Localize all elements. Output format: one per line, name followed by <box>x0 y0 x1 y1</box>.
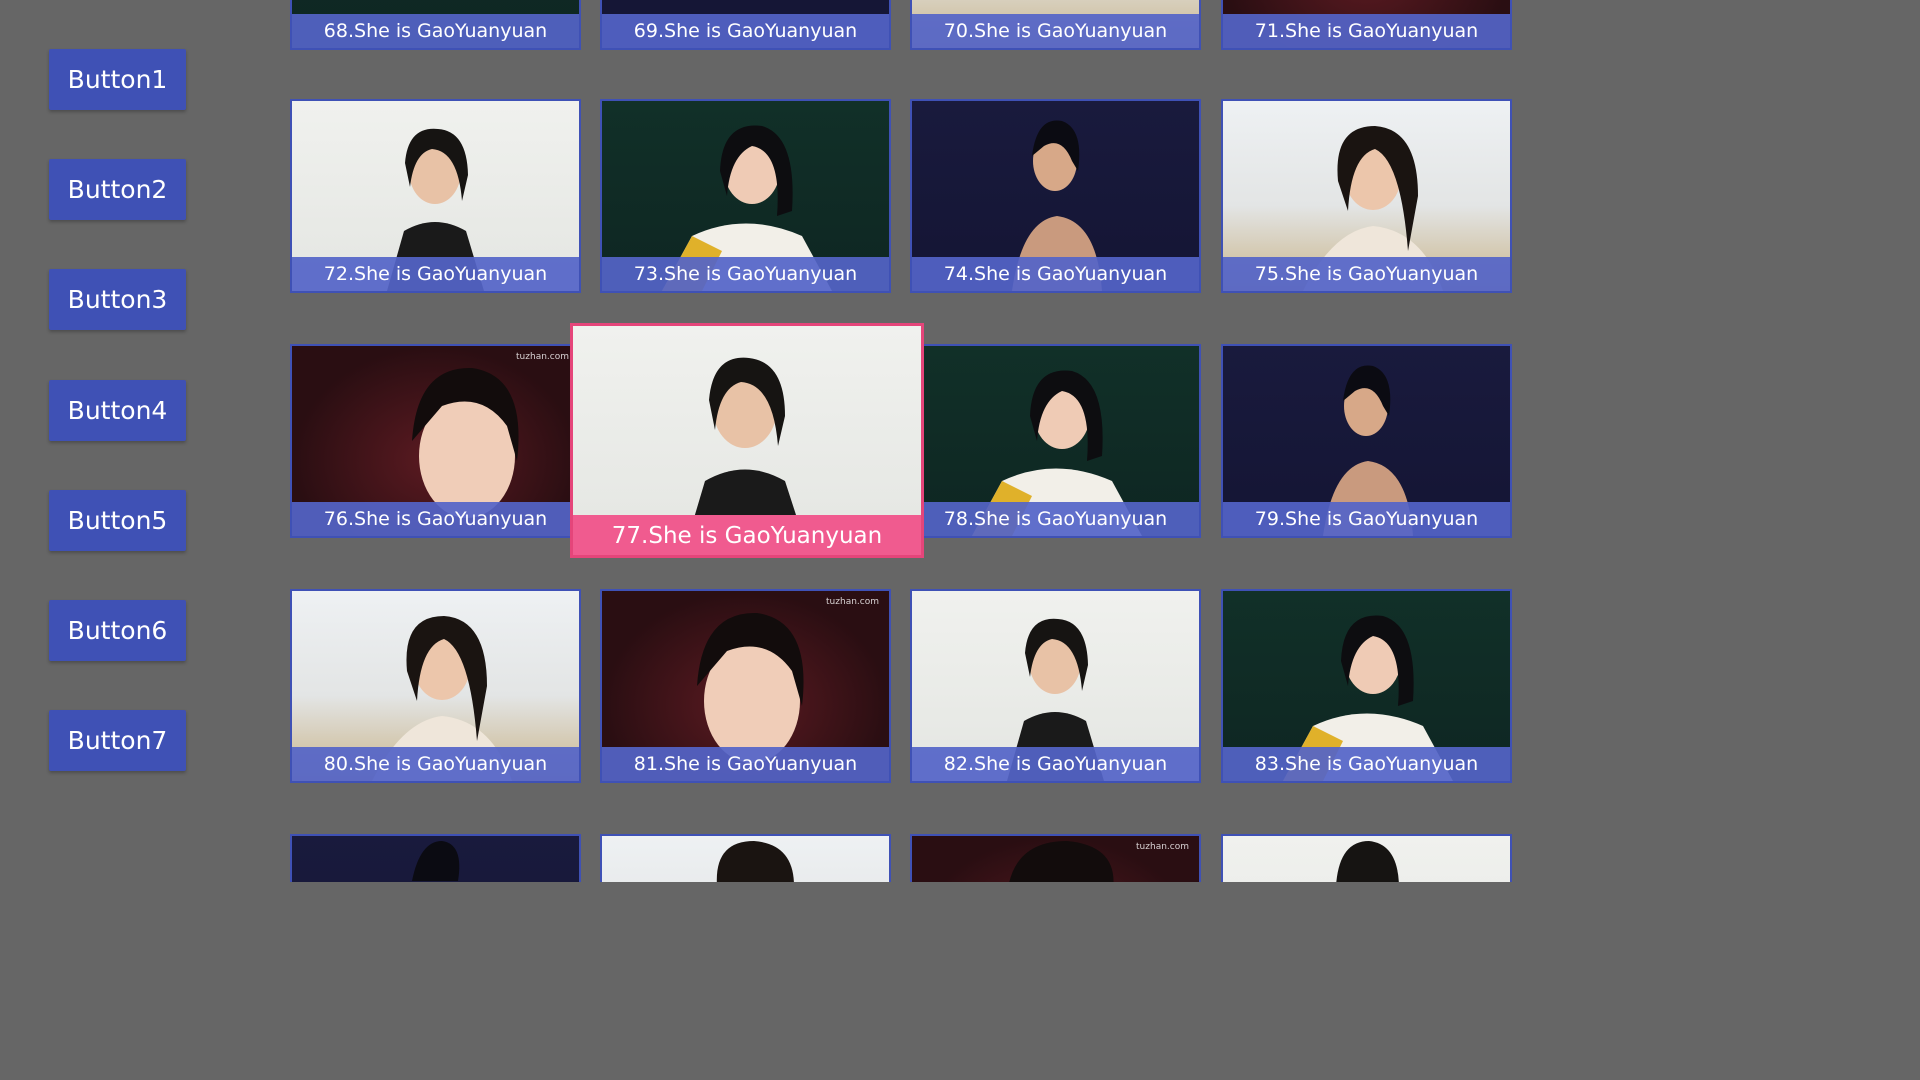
grid-tile-81[interactable]: tuzhan.com 81.She is GaoYuanyuan <box>600 589 891 783</box>
grid-tile-80[interactable]: 80.She is GaoYuanyuan <box>290 589 581 783</box>
button-6[interactable]: Button6 <box>49 600 186 661</box>
tile-caption: 79.She is GaoYuanyuan <box>1223 502 1510 536</box>
tile-photo <box>602 836 889 882</box>
button-7[interactable]: Button7 <box>49 710 186 771</box>
tile-caption: 83.She is GaoYuanyuan <box>1223 747 1510 781</box>
tile-caption: 71.She is GaoYuanyuan <box>1223 14 1510 48</box>
tile-caption: 74.She is GaoYuanyuan <box>912 257 1199 291</box>
button-5[interactable]: Button5 <box>49 490 186 551</box>
tile-caption: 81.She is GaoYuanyuan <box>602 747 889 781</box>
tile-caption: 68.She is GaoYuanyuan <box>292 14 579 48</box>
tile-caption: 73.She is GaoYuanyuan <box>602 257 889 291</box>
grid-tile-73[interactable]: 73.She is GaoYuanyuan <box>600 99 891 293</box>
grid-tile-83[interactable]: 83.She is GaoYuanyuan <box>1221 589 1512 783</box>
grid-tile-72[interactable]: 72.She is GaoYuanyuan <box>290 99 581 293</box>
grid-tile-69[interactable]: 69.She is GaoYuanyuan <box>600 0 891 50</box>
watermark-text: tuzhan.com <box>1136 842 1189 852</box>
tile-photo <box>292 836 579 882</box>
grid-tile-87[interactable] <box>1221 834 1512 882</box>
tile-caption: 70.She is GaoYuanyuan <box>912 14 1199 48</box>
grid-tile-71[interactable]: 71.She is GaoYuanyuan <box>1221 0 1512 50</box>
grid-tile-70[interactable]: 70.She is GaoYuanyuan <box>910 0 1201 50</box>
tile-photo <box>1223 836 1510 882</box>
grid-tile-82[interactable]: 82.She is GaoYuanyuan <box>910 589 1201 783</box>
grid-tile-84[interactable] <box>290 834 581 882</box>
tile-caption: 82.She is GaoYuanyuan <box>912 747 1199 781</box>
watermark-text: tuzhan.com <box>516 352 569 362</box>
grid-tile-79[interactable]: 79.She is GaoYuanyuan <box>1221 344 1512 538</box>
button-2[interactable]: Button2 <box>49 159 186 220</box>
screen: Button1 Button2 Button3 Button4 Button5 … <box>0 0 1568 882</box>
grid-tile-74[interactable]: 74.She is GaoYuanyuan <box>910 99 1201 293</box>
grid-tile-68[interactable]: 68.She is GaoYuanyuan <box>290 0 581 50</box>
grid-tile-85[interactable] <box>600 834 891 882</box>
portrait-image <box>412 841 460 881</box>
grid-tile-76[interactable]: tuzhan.com 76.She is GaoYuanyuan <box>290 344 581 538</box>
tile-caption: 72.She is GaoYuanyuan <box>292 257 579 291</box>
grid-tile-86[interactable]: tuzhan.com <box>910 834 1201 882</box>
tile-caption: 77.She is GaoYuanyuan <box>573 515 921 555</box>
grid-tile-77-focused[interactable]: 77.She is GaoYuanyuan <box>570 323 924 558</box>
button-3[interactable]: Button3 <box>49 269 186 330</box>
tile-photo: tuzhan.com <box>912 836 1199 882</box>
grid-tile-78[interactable]: 78.She is GaoYuanyuan <box>910 344 1201 538</box>
watermark-text: tuzhan.com <box>826 597 879 607</box>
button-1[interactable]: Button1 <box>49 49 186 110</box>
tile-caption: 75.She is GaoYuanyuan <box>1223 257 1510 291</box>
portrait-image <box>1336 841 1399 882</box>
tile-caption: 78.She is GaoYuanyuan <box>912 502 1199 536</box>
portrait-image <box>716 841 794 882</box>
tile-caption: 69.She is GaoYuanyuan <box>602 14 889 48</box>
tile-caption: 76.She is GaoYuanyuan <box>292 502 579 536</box>
button-4[interactable]: Button4 <box>49 380 186 441</box>
tile-caption: 80.She is GaoYuanyuan <box>292 747 579 781</box>
grid-tile-75[interactable]: 75.She is GaoYuanyuan <box>1221 99 1512 293</box>
